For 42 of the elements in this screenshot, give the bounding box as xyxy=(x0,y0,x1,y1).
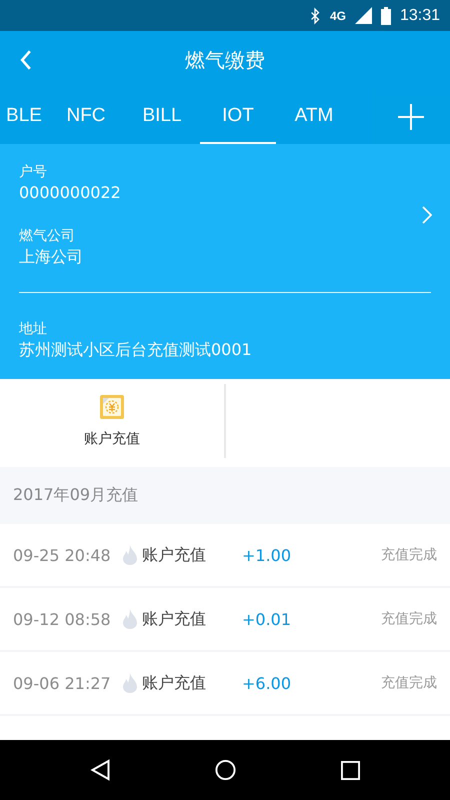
triangle-back-icon xyxy=(90,759,112,781)
field-value: 0000000022 xyxy=(19,182,122,204)
field-value: 上海公司 xyxy=(19,246,84,268)
network-label: 4G xyxy=(330,8,346,22)
bluetooth-icon xyxy=(308,6,321,24)
tab[interactable]: BILL xyxy=(124,89,200,144)
transaction-status: 充值完成 xyxy=(381,610,437,628)
tab[interactable]: NFC xyxy=(48,89,124,144)
month-header: 2017年09月充值 xyxy=(13,485,138,506)
plus-icon xyxy=(398,104,424,130)
transaction-status: 充值完成 xyxy=(381,674,437,692)
clock: 13:31 xyxy=(400,6,440,24)
back-icon xyxy=(20,50,32,70)
tab[interactable]: BLE xyxy=(0,89,48,144)
transaction-time: 09-12 08:58 xyxy=(13,610,112,628)
flame-icon xyxy=(123,609,137,629)
square-recents-icon xyxy=(340,760,360,780)
transaction-type: 账户充值 xyxy=(142,544,207,566)
field-label: 燃气公司 xyxy=(19,227,76,246)
transaction-amount: +1.00 xyxy=(242,546,292,564)
transaction-time: 09-06 21:27 xyxy=(13,674,112,692)
field-label: 地址 xyxy=(19,320,48,339)
transaction-amount: +0.01 xyxy=(242,610,292,628)
screen-title: 燃气缴费 xyxy=(185,46,265,74)
transaction-amount: +6.00 xyxy=(242,674,292,692)
transaction-row[interactable]: 09-12 08:58 账户充值 +0.01 充值完成 xyxy=(0,588,450,652)
transaction-status: 充值完成 xyxy=(381,546,437,564)
wallet-icon xyxy=(99,394,125,420)
recharge-button[interactable]: 账户充值 xyxy=(0,381,224,461)
flame-icon xyxy=(123,673,137,693)
transaction-time: 09-25 20:48 xyxy=(13,546,112,564)
flame-icon xyxy=(123,545,137,565)
transaction-row[interactable]: 09-06 21:27 账户充值 +6.00 充值完成 xyxy=(0,652,450,716)
circle-home-icon xyxy=(215,759,236,781)
transaction-row[interactable]: 09-25 20:48 账户充值 +1.00 充值完成 xyxy=(0,524,450,588)
tab[interactable]: ATM xyxy=(276,89,352,144)
field-value: 苏州测试小区后台充值测试0001 xyxy=(19,339,253,361)
signal-icon xyxy=(354,7,372,24)
field-label: 户号 xyxy=(19,163,48,182)
transaction-type: 账户充值 xyxy=(142,608,207,630)
transaction-type: 账户充值 xyxy=(142,672,207,694)
battery-icon xyxy=(380,6,391,24)
